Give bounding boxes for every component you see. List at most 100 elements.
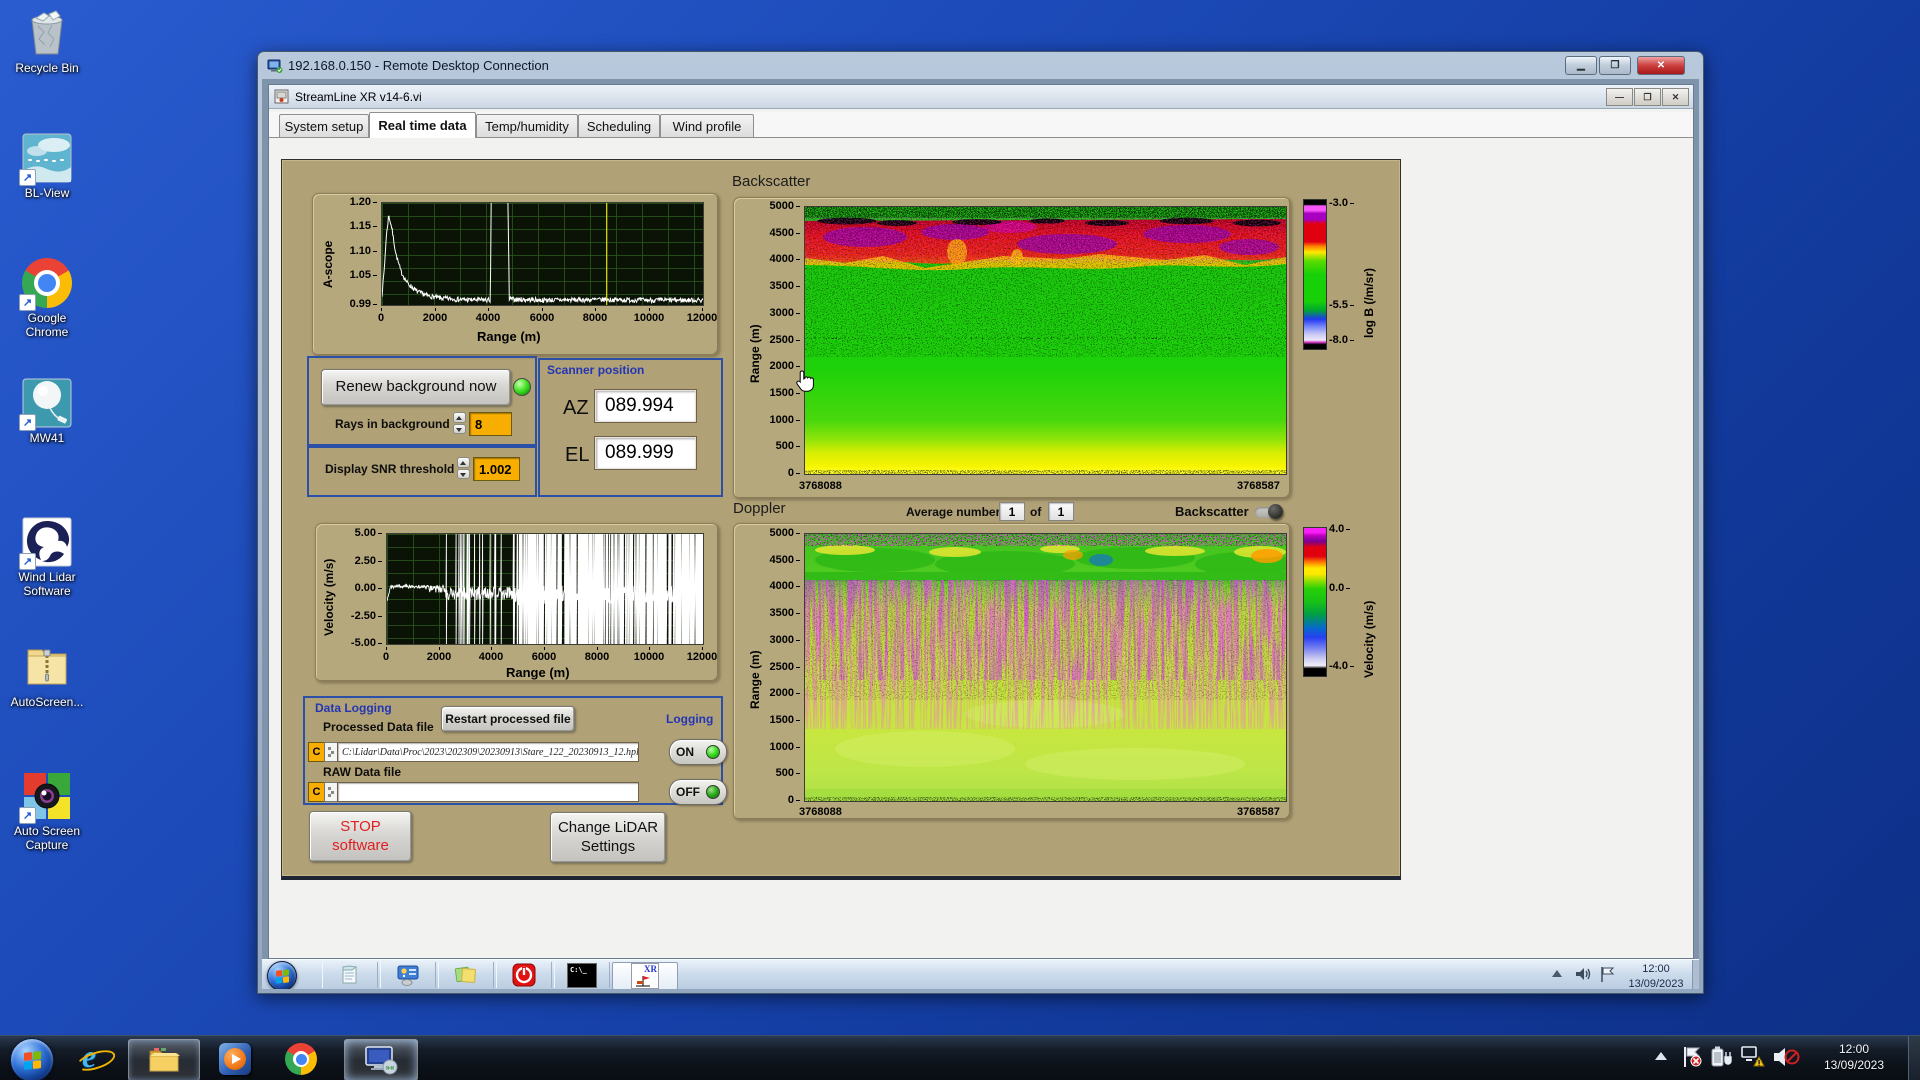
backscatter-colorbar[interactable]	[1303, 199, 1327, 350]
colorbar-tick: 4.0	[1329, 523, 1350, 535]
stop-software-button[interactable]: STOP software	[309, 811, 412, 862]
el-value-field[interactable]: 089.999	[595, 437, 696, 469]
processed-drive-box[interactable]: C	[308, 742, 325, 762]
remote-tray-expand-icon[interactable]	[1552, 970, 1562, 977]
desktop-icon-label: Google Chrome	[6, 311, 88, 340]
tab-real-time-data[interactable]: Real time data	[369, 112, 476, 138]
tick-label: 4000	[764, 580, 800, 592]
az-value-field[interactable]: 089.994	[595, 390, 696, 422]
close-button[interactable]: ✕	[1637, 56, 1685, 75]
raw-path-field[interactable]	[337, 782, 639, 802]
minimize-button[interactable]: ▁	[1565, 56, 1597, 75]
processed-data-file-label: Processed Data file	[323, 720, 434, 734]
taskbar-windows-explorer[interactable]	[128, 1039, 200, 1080]
host-clock[interactable]: 12:00 13/09/2023	[1806, 1041, 1902, 1073]
remote-tray-flag-icon[interactable]	[1600, 966, 1616, 988]
remote-desktop-icon: »«	[364, 1045, 398, 1075]
tab-strip: System setup Real time data Temp/humidit…	[269, 112, 1693, 138]
snr-value-field[interactable]: 1.002	[473, 457, 520, 481]
taskbar-internet-explorer[interactable]: e	[66, 1039, 122, 1079]
off-led-icon	[706, 785, 720, 799]
doppler-colorbar[interactable]	[1303, 527, 1327, 677]
remote-taskbar-shutdown-tool[interactable]	[496, 962, 552, 988]
desktop-icon-bl-view[interactable]: ↗ BL-View	[6, 133, 88, 200]
remote-taskbar-sticky-notes[interactable]	[438, 962, 494, 988]
processed-path-field[interactable]: C:\Lidar\Data\Proc\2023\202309\20230913\…	[337, 742, 639, 762]
doppler-plot-area[interactable]	[804, 533, 1287, 802]
tray-expand-icon[interactable]	[1655, 1052, 1667, 1060]
taskbar-remote-desktop[interactable]: »«	[344, 1039, 418, 1080]
tab-scheduling[interactable]: Scheduling	[578, 114, 660, 137]
remote-taskbar: C:\_ XR 12:00 13/09/2023	[262, 959, 1699, 989]
tray-power-icon[interactable]	[1710, 1045, 1734, 1074]
tray-network-icon[interactable]	[1740, 1045, 1766, 1074]
remote-taskbar-control-panel[interactable]	[380, 962, 436, 988]
tab-wind-profile[interactable]: Wind profile	[660, 114, 754, 137]
remote-start-button[interactable]	[267, 961, 297, 989]
doppler-title: Doppler	[733, 500, 786, 517]
desktop-icon-recycle-bin[interactable]: Recycle Bin	[6, 8, 88, 75]
rays-spinner[interactable]	[453, 412, 466, 434]
rays-value-field[interactable]: 8	[469, 412, 512, 436]
desktop-icon-label: AutoScreen...	[6, 695, 88, 709]
maximize-button[interactable]: ❐	[1599, 56, 1631, 75]
remote-taskbar-notepad[interactable]	[322, 962, 378, 988]
colorbar-tick: -4.0	[1329, 660, 1354, 672]
a-scope-x-axis-label: Range (m)	[477, 329, 541, 344]
show-desktop-button[interactable]	[1908, 1036, 1920, 1080]
windows-logo-icon	[24, 1051, 41, 1070]
remote-tray-volume-icon[interactable]	[1575, 966, 1593, 987]
tray-volume-muted-icon[interactable]	[1772, 1045, 1800, 1074]
remote-taskbar-command-prompt[interactable]: C:\_	[554, 962, 610, 988]
tick-label: 2000	[413, 308, 457, 324]
power-icon	[512, 963, 536, 987]
remote-show-desktop-button[interactable]	[1692, 960, 1699, 989]
app-maximize-button[interactable]: ❐	[1634, 88, 1661, 106]
scanner-position-frame: Scanner position AZ 089.994 EL 089.999	[538, 358, 723, 497]
app-close-button[interactable]: ✕	[1662, 88, 1689, 106]
raw-browse-icon[interactable]	[324, 782, 338, 802]
renew-background-button[interactable]: Renew background now	[321, 369, 511, 406]
desktop-icon-wind-lidar[interactable]: ↗ Wind Lidar Software	[6, 517, 88, 599]
raw-data-file-label: RAW Data file	[323, 765, 401, 779]
raw-drive-box[interactable]: C	[308, 782, 325, 802]
app-titlebar[interactable]: StreamLine XR v14-6.vi	[269, 85, 1693, 109]
remote-taskbar-streamline-xr[interactable]: XR	[612, 962, 678, 989]
processed-logging-on-button[interactable]: ON	[669, 739, 727, 765]
change-lidar-settings-button[interactable]: Change LiDAR Settings	[550, 812, 666, 863]
rdp-titlebar[interactable]: 192.168.0.150 - Remote Desktop Connectio…	[258, 52, 1703, 79]
taskbar-media-player[interactable]	[206, 1039, 264, 1079]
recycle-bin-icon	[22, 8, 72, 58]
tick-label: 2000	[417, 647, 461, 663]
desktop-icon-auto-screen-capture[interactable]: ↗ Auto Screen Capture	[6, 771, 88, 853]
processed-browse-icon[interactable]	[324, 742, 338, 762]
tick-label: 8000	[575, 647, 619, 663]
background-led-indicator	[513, 378, 531, 396]
snr-spinner[interactable]	[457, 457, 470, 479]
desktop-icon-google-chrome[interactable]: ↗ Google Chrome	[6, 258, 88, 340]
tab-temp-humidity[interactable]: Temp/humidity	[476, 114, 578, 137]
restart-processed-file-button[interactable]: Restart processed file	[441, 706, 575, 732]
desktop-icon-autoscreen-zip[interactable]: AutoScreen...	[6, 642, 88, 709]
backscatter-colorbar-label: log B (/m/sr)	[1362, 218, 1376, 338]
tick-label: 1000	[764, 414, 800, 426]
backscatter-toggle-switch[interactable]	[1255, 507, 1281, 518]
velocity-plot-area[interactable]	[386, 533, 704, 645]
tick-label: 0.00	[344, 582, 382, 594]
rdp-window: 192.168.0.150 - Remote Desktop Connectio…	[257, 51, 1704, 994]
tray-action-center-icon[interactable]	[1682, 1045, 1702, 1074]
app-minimize-button[interactable]: —	[1606, 88, 1633, 106]
average-number-field[interactable]: 1	[999, 502, 1025, 521]
start-button[interactable]	[10, 1038, 54, 1080]
desktop-icon-mw41[interactable]: ↗ MW41	[6, 378, 88, 445]
colorbar-tick: -5.5	[1329, 299, 1354, 311]
average-total-field[interactable]: 1	[1048, 502, 1074, 521]
tick-label: 5.00	[344, 527, 382, 539]
tab-system-setup[interactable]: System setup	[279, 114, 369, 137]
raw-logging-off-button[interactable]: OFF	[669, 779, 727, 805]
a-scope-plot-area[interactable]	[381, 202, 704, 306]
remote-clock[interactable]: 12:00 13/09/2023	[1620, 962, 1692, 989]
backscatter-plot-area[interactable]	[804, 206, 1287, 475]
front-panel: A-scope Range (m) 1.201.151.101.050.9902…	[281, 159, 1401, 880]
taskbar-chrome[interactable]	[272, 1039, 330, 1079]
